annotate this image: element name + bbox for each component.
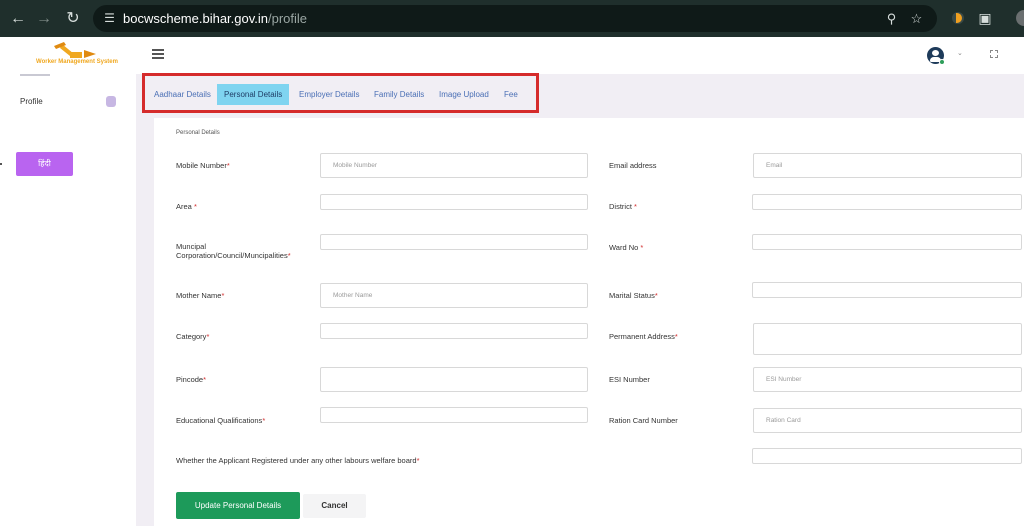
municipal-select[interactable] <box>320 234 588 250</box>
browser-profile-icon[interactable] <box>1016 10 1024 26</box>
sidebar-item-cutoff[interactable] <box>20 72 115 78</box>
tab-image-upload[interactable]: Image Upload <box>432 84 496 105</box>
forward-arrow-icon[interactable]: → <box>34 9 54 29</box>
tab-family-details[interactable]: Family Details <box>367 84 431 105</box>
back-arrow-icon[interactable]: ← <box>8 9 28 29</box>
mobile-number-label: Mobile Number* <box>176 161 230 170</box>
app-header: ⌄ <box>136 37 1024 74</box>
update-personal-details-button[interactable]: Update Personal Details <box>176 492 300 519</box>
tab-employer-details[interactable]: Employer Details <box>292 84 366 105</box>
logo-text: Worker Management System <box>36 59 118 65</box>
bookmark-star-icon[interactable]: ☆ <box>908 10 925 27</box>
tab-aadhaar-details[interactable]: Aadhaar Details <box>147 84 218 105</box>
personal-details-form: Personal Details Mobile Number* Mobile N… <box>154 118 1024 526</box>
email-input[interactable]: Email <box>753 153 1022 178</box>
permanent-address-textarea[interactable] <box>753 323 1022 355</box>
tab-fee[interactable]: Fee <box>497 84 525 105</box>
category-label: Category* <box>176 332 210 341</box>
reload-icon[interactable]: ↻ <box>63 9 83 29</box>
sidebar-item-label: Profile <box>20 97 43 106</box>
area-select[interactable] <box>320 194 588 210</box>
ward-no-select[interactable] <box>752 234 1022 250</box>
sidebar-item-profile[interactable]: Profile <box>0 95 136 111</box>
category-select[interactable] <box>320 323 588 339</box>
logo-icon <box>54 42 96 58</box>
educational-qualifications-label: Educational Qualifications* <box>176 416 266 425</box>
welfare-board-label: Whether the Applicant Registered under a… <box>176 456 420 465</box>
ward-no-label: Ward No * <box>609 243 644 252</box>
pincode-input[interactable] <box>320 367 588 392</box>
ration-card-label: Ration Card Number <box>609 416 678 425</box>
mother-name-label: Mother Name* <box>176 291 225 300</box>
site-settings-icon[interactable]: ☰ <box>101 10 118 27</box>
ration-card-input[interactable]: Ration Card <box>753 408 1022 433</box>
chevron-down-icon[interactable]: ⌄ <box>957 49 963 57</box>
tab-personal-details[interactable]: Personal Details <box>217 84 290 105</box>
welfare-board-select[interactable] <box>752 448 1022 464</box>
main-content: Aadhaar Details Personal Details Employe… <box>136 73 1024 526</box>
zoom-icon[interactable]: ⚲ <box>883 10 900 27</box>
fullscreen-icon[interactable] <box>990 50 998 58</box>
tab-bar: Aadhaar Details Personal Details Employe… <box>142 73 539 113</box>
area-label: Area * <box>176 202 197 211</box>
marital-status-label: Marital Status* <box>609 291 658 300</box>
browser-toolbar: ← → ↻ ☰ bocwscheme.bihar.gov.in/profile … <box>0 0 1024 37</box>
educational-qualifications-select[interactable] <box>320 407 588 423</box>
permanent-address-label: Permanent Address* <box>609 332 678 341</box>
sidebar: Worker Management System Profile हिंदी <box>0 37 136 526</box>
district-select[interactable] <box>752 194 1022 210</box>
mother-name-input[interactable]: Mother Name <box>320 283 588 308</box>
cancel-button[interactable]: Cancel <box>303 494 366 518</box>
hindi-language-button[interactable]: हिंदी <box>16 152 73 176</box>
municipal-label: Muncipal Corporation/Council/Muncipaliti… <box>176 242 291 260</box>
url-text[interactable]: bocwscheme.bihar.gov.in/profile <box>123 11 307 26</box>
user-icon <box>106 96 116 107</box>
edge-marker <box>0 163 2 165</box>
marital-status-select[interactable] <box>752 282 1022 298</box>
mobile-number-input[interactable]: Mobile Number <box>320 153 588 178</box>
extension-icon[interactable] <box>952 12 964 24</box>
esi-number-label: ESI Number <box>609 375 650 384</box>
extensions-puzzle-icon[interactable]: ▣ <box>976 9 994 27</box>
district-label: District * <box>609 202 637 211</box>
online-status-icon <box>939 59 945 65</box>
esi-number-input[interactable]: ESI Number <box>753 367 1022 392</box>
hamburger-menu-icon[interactable] <box>152 49 164 59</box>
email-address-label: Email address <box>609 161 657 170</box>
section-title: Personal Details <box>176 130 220 136</box>
address-bar[interactable]: ☰ bocwscheme.bihar.gov.in/profile ⚲ ☆ <box>93 5 937 32</box>
pincode-label: Pincode* <box>176 375 207 384</box>
